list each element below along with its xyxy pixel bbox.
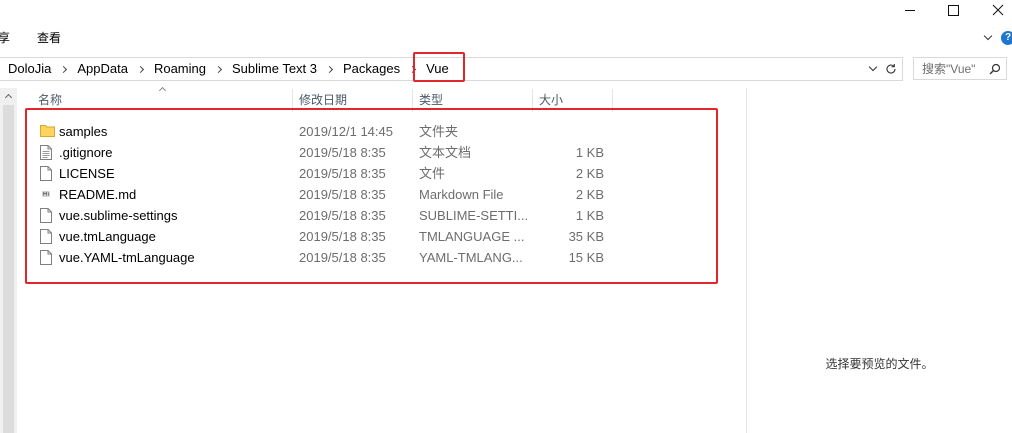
highlight-box <box>413 52 465 82</box>
close-icon[interactable] <box>992 4 1004 16</box>
breadcrumb-item[interactable]: Sublime Text 3 <box>225 58 324 80</box>
breadcrumb-label: Sublime Text 3 <box>231 61 318 76</box>
breadcrumb-item[interactable]: AppData <box>70 58 135 80</box>
maximize-icon[interactable] <box>948 5 959 16</box>
chevron-right-icon[interactable] <box>213 58 225 80</box>
breadcrumb-label: DoloJia <box>8 61 52 76</box>
help-circle[interactable] <box>1001 31 1012 45</box>
highlight-box <box>25 108 718 284</box>
tab-view[interactable]: 查看 <box>37 30 61 47</box>
breadcrumb-label: Packages <box>343 61 401 76</box>
address-bar[interactable]: DoloJia AppData Roaming Sublime Text 3 Packa… <box>0 52 903 82</box>
tab-share[interactable]: 享 <box>0 30 10 47</box>
refresh-icon[interactable] <box>885 63 897 75</box>
breadcrumb-label: Roaming <box>153 61 206 76</box>
search-box[interactable] <box>913 57 1007 80</box>
preview-pane-divider[interactable] <box>746 88 747 433</box>
search-input[interactable] <box>914 58 992 79</box>
breadcrumb-item[interactable]: Packages <box>336 58 407 80</box>
search-icon[interactable] <box>989 63 1001 75</box>
breadcrumb: DoloJia AppData Roaming Sublime Text 3 Packa… <box>1 52 465 82</box>
help-icon[interactable] <box>1001 31 1012 45</box>
minimize-icon[interactable] <box>905 10 915 11</box>
chevron-down-icon[interactable] <box>868 62 878 72</box>
breadcrumb-item[interactable]: DoloJia <box>1 58 58 80</box>
chevron-right-icon[interactable] <box>135 58 147 80</box>
breadcrumb-label: AppData <box>77 61 128 76</box>
breadcrumb-item[interactable]: Vue <box>413 52 465 82</box>
breadcrumb-item[interactable]: Roaming <box>147 58 213 80</box>
chevron-right-icon[interactable] <box>324 58 336 80</box>
chevron-down-icon[interactable] <box>983 31 993 41</box>
chevron-right-icon[interactable] <box>58 58 70 80</box>
preview-message: 选择要预览的文件。 <box>825 357 934 371</box>
